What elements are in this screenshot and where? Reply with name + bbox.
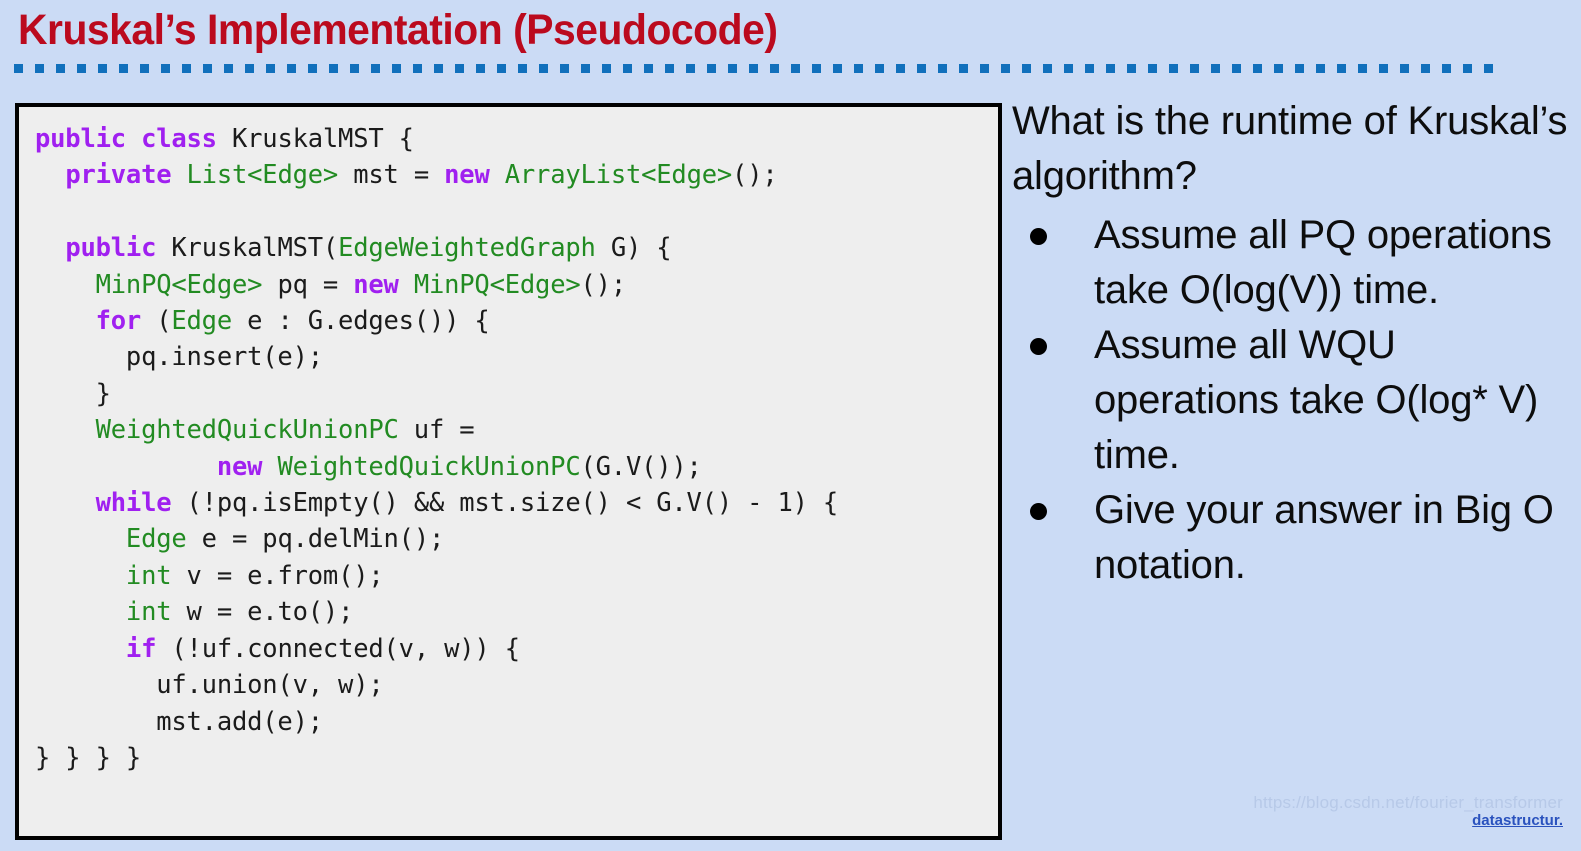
code-token: KruskalMST( (171, 233, 339, 264)
assumption-bullet-item: Assume all WQU operations take O(log* V)… (1012, 318, 1577, 483)
slide-canvas: Kruskal’s Implementation (Pseudocode) pu… (0, 0, 1581, 851)
right-text-panel: What is the runtime of Kruskal’s algorit… (1012, 94, 1577, 593)
code-token: G) { (595, 233, 672, 264)
code-token: if (125, 633, 172, 664)
code-line: public KruskalMST(EdgeWeightedGraph G) { (35, 233, 671, 263)
code-token: for (95, 306, 157, 337)
code-token: Edge (125, 524, 187, 555)
code-line: if (!uf.connected(v, w)) { (35, 634, 520, 664)
code-token: WeightedQuickUnionPC (95, 415, 399, 446)
code-token: EdgeWeightedGraph (338, 233, 596, 264)
code-token: MinPQ<Edge> (95, 269, 263, 300)
watermark-tag[interactable]: datastructur. (1253, 812, 1563, 829)
code-token: mst.add(e); (35, 706, 323, 737)
code-line: WeightedQuickUnionPC uf = (35, 415, 475, 446)
bullet-label: Give your answer in Big O notation. (1094, 488, 1554, 587)
code-token: pq.insert(e); (35, 342, 323, 373)
code-token: public (65, 233, 172, 264)
code-token: (G.V()); (580, 451, 702, 482)
code-line: int v = e.from(); (35, 561, 384, 591)
bullet-dot-icon (1030, 503, 1047, 520)
assumption-bullet-list: Assume all PQ operations take O(log(V)) … (1012, 208, 1577, 593)
code-token: while (95, 488, 187, 519)
code-line: while (!pq.isEmpty() && mst.size() < G.V… (35, 488, 839, 519)
bullet-dot-icon (1030, 228, 1047, 245)
code-line: } (35, 379, 111, 409)
code-token: new (353, 269, 414, 300)
code-token: w = e.to(); (171, 597, 354, 628)
code-block: public class KruskalMST { private List<E… (35, 121, 838, 776)
code-token: KruskalMST { (231, 124, 414, 154)
code-line: pq.insert(e); (35, 342, 323, 372)
code-token: } (35, 378, 111, 409)
code-token: pq = (262, 269, 354, 300)
bullet-label: Assume all PQ operations take O(log(V)) … (1094, 213, 1552, 312)
code-token: } } } } (35, 742, 142, 773)
code-token: List<Edge> (186, 160, 339, 191)
code-token: v = e.from(); (171, 560, 384, 591)
code-token: uf.union(v, w); (35, 670, 384, 701)
code-token: ArrayList<Edge> (504, 160, 733, 191)
code-token: public class (35, 124, 232, 154)
watermark-url: https://blog.csdn.net/fourier_transforme… (1253, 793, 1563, 812)
code-line: int w = e.to(); (35, 597, 353, 627)
bullet-dot-icon (1030, 338, 1047, 355)
code-token: e : G.edges()) { (231, 306, 490, 337)
code-line: MinPQ<Edge> pq = new MinPQ<Edge>(); (35, 269, 627, 300)
code-token: ( (156, 306, 172, 337)
question-text: What is the runtime of Kruskal’s algorit… (1012, 99, 1568, 198)
code-token: Edge (171, 306, 232, 337)
code-token: e = pq.delMin(); (186, 524, 445, 555)
code-token: mst = (338, 160, 445, 191)
code-line: new WeightedQuickUnionPC(G.V()); (35, 452, 702, 482)
code-line: private List<Edge> mst = new ArrayList<E… (35, 160, 778, 191)
code-token: WeightedQuickUnionPC (277, 451, 581, 482)
code-token: new (444, 160, 505, 191)
bullet-label: Assume all WQU operations take O(log* V)… (1094, 323, 1539, 477)
code-token: new (216, 451, 278, 482)
code-panel: public class KruskalMST { private List<E… (15, 103, 1002, 840)
title-divider (14, 64, 1501, 73)
watermark: https://blog.csdn.net/fourier_transforme… (1253, 793, 1563, 829)
page-title: Kruskal’s Implementation (Pseudocode) (18, 6, 778, 54)
code-line: Edge e = pq.delMin(); (35, 524, 444, 554)
assumption-bullet-item: Assume all PQ operations take O(log(V)) … (1012, 208, 1577, 318)
code-token: (); (580, 269, 627, 300)
code-token: int (125, 560, 172, 591)
code-line: uf.union(v, w); (35, 670, 384, 700)
assumption-bullet-item: Give your answer in Big O notation. (1012, 483, 1577, 593)
code-line: for (Edge e : G.edges()) { (35, 306, 490, 336)
code-token: (!uf.connected(v, w)) { (171, 633, 520, 664)
code-token: (!pq.isEmpty() && mst.size() < G.V() - 1… (186, 488, 839, 519)
code-token: int (125, 597, 172, 628)
code-token: private (65, 160, 187, 191)
code-line: } } } } (35, 743, 141, 773)
code-token: MinPQ<Edge> (413, 269, 581, 300)
code-line: public class KruskalMST { (35, 124, 414, 154)
code-token: uf = (398, 415, 475, 446)
code-token: (); (732, 160, 778, 191)
code-line: mst.add(e); (35, 707, 323, 737)
